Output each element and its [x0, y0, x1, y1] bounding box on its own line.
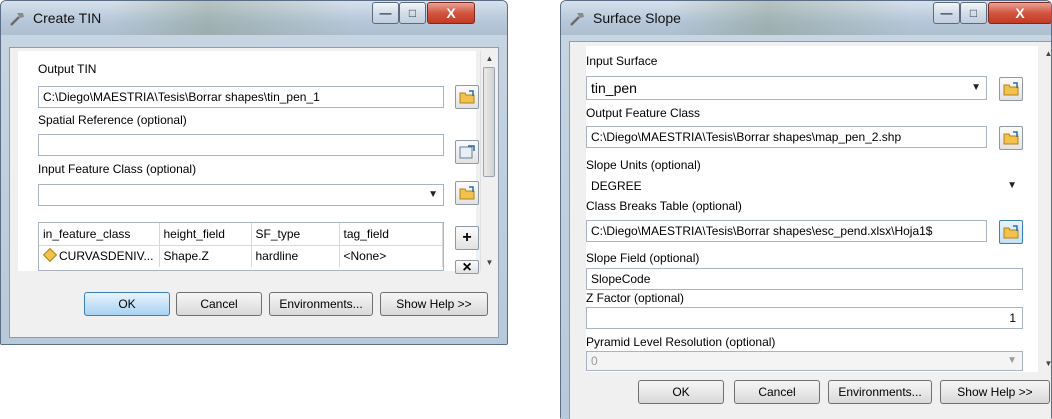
table-cell[interactable]: CURVASDENIV... [39, 245, 160, 267]
maximize-icon: □ [408, 6, 417, 20]
vertical-scrollbar[interactable]: ▲ ▼ [1040, 46, 1051, 372]
input-feature-class-browse-button[interactable] [455, 181, 479, 205]
show-help-button[interactable]: Show Help >> [940, 380, 1050, 404]
title-bar[interactable]: Create TIN — □ X [1, 1, 507, 35]
pyramid-level-dropdown[interactable]: 0 ▼ [586, 351, 1023, 371]
table-header-row: in_feature_class height_field SF_type ta… [39, 223, 443, 246]
table-cell[interactable]: <None> [339, 245, 443, 267]
dialog-body: Output TIN C:\Diego\MAESTRIA\Tesis\Borra… [9, 47, 499, 338]
input-feature-class-dropdown[interactable]: ▼ [38, 184, 444, 206]
show-help-button[interactable]: Show Help >> [380, 292, 488, 316]
close-icon: X [446, 5, 456, 21]
environments-button[interactable]: Environments... [828, 380, 932, 404]
output-tin-field[interactable]: C:\Diego\MAESTRIA\Tesis\Borrar shapes\ti… [38, 86, 444, 108]
scroll-up-icon[interactable]: ▲ [481, 51, 498, 67]
ok-button[interactable]: OK [84, 292, 170, 316]
feature-class-table: in_feature_class height_field SF_type ta… [39, 223, 443, 267]
create-tin-window: Create TIN — □ X Output TIN C:\Diego\MAE… [0, 0, 508, 345]
title-bar[interactable]: Surface Slope — □ X [561, 1, 1051, 35]
folder-icon [1003, 82, 1019, 96]
pyramid-level-label: Pyramid Level Resolution (optional) [586, 335, 776, 349]
dropdown-arrow-icon[interactable]: ▼ [1007, 176, 1017, 196]
hammer-icon [9, 10, 27, 28]
input-surface-browse-button[interactable] [999, 77, 1023, 101]
cancel-button[interactable]: Cancel [176, 292, 262, 316]
scroll-thumb[interactable] [483, 67, 495, 177]
class-breaks-table-label: Class Breaks Table (optional) [586, 199, 742, 213]
column-header[interactable]: height_field [159, 223, 252, 246]
minimize-button[interactable]: — [372, 2, 399, 24]
feature-class-table-frame: in_feature_class height_field SF_type ta… [38, 222, 444, 271]
slope-units-label: Slope Units (optional) [586, 158, 701, 172]
remove-row-button[interactable]: × [455, 260, 479, 276]
minimize-icon: — [940, 6, 953, 20]
environments-button[interactable]: Environments... [269, 292, 373, 316]
maximize-button[interactable]: □ [399, 2, 426, 24]
table-cell[interactable]: Shape.Z [159, 245, 252, 267]
column-header[interactable]: tag_field [339, 223, 443, 246]
spatial-reference-field[interactable] [38, 134, 444, 156]
output-tin-label: Output TIN [38, 62, 97, 76]
folder-icon [459, 186, 475, 200]
dialog-body: Input Surface tin_pen ▼ Output Feature C… [569, 41, 1051, 419]
slope-units-dropdown[interactable]: DEGREE ▼ [586, 175, 1023, 197]
cancel-button[interactable]: Cancel [734, 380, 820, 404]
ok-button[interactable]: OK [638, 380, 724, 404]
parameters-panel: Output TIN C:\Diego\MAESTRIA\Tesis\Borra… [18, 51, 479, 276]
table-row[interactable]: CURVASDENIV... Shape.Z hardline <None> [39, 245, 443, 267]
close-button[interactable]: X [427, 2, 475, 24]
scroll-down-icon[interactable]: ▼ [481, 255, 498, 271]
output-tin-browse-button[interactable] [455, 85, 479, 109]
surface-slope-window: Surface Slope — □ X Input Surface tin_pe… [560, 0, 1052, 419]
dropdown-arrow-icon[interactable]: ▼ [1007, 352, 1017, 370]
vertical-scrollbar[interactable]: ▲ ▼ [480, 51, 497, 271]
dropdown-arrow-icon[interactable]: ▼ [428, 185, 438, 205]
column-header[interactable]: in_feature_class [39, 223, 160, 246]
class-breaks-table-browse-button[interactable] [999, 220, 1023, 244]
properties-icon [459, 145, 475, 159]
minimize-icon: — [379, 6, 392, 20]
output-feature-class-browse-button[interactable] [999, 126, 1023, 150]
folder-icon [459, 90, 475, 104]
pyramid-level-value: 0 [591, 354, 598, 368]
maximize-button[interactable]: □ [960, 2, 987, 24]
slope-field-label: Slope Field (optional) [586, 251, 700, 265]
input-surface-dropdown[interactable]: tin_pen ▼ [586, 76, 987, 100]
add-row-button[interactable]: + [455, 226, 479, 250]
close-icon: X [1015, 5, 1025, 21]
scroll-up-icon[interactable]: ▲ [1040, 46, 1051, 62]
hammer-icon [569, 10, 587, 28]
minimize-button[interactable]: — [933, 2, 960, 24]
z-factor-input[interactable]: 1 [586, 307, 1023, 329]
input-surface-label: Input Surface [586, 54, 658, 68]
table-cell[interactable]: hardline [251, 245, 340, 267]
dropdown-arrow-icon[interactable]: ▼ [971, 77, 981, 99]
z-factor-label: Z Factor (optional) [586, 291, 685, 305]
output-feature-class-field[interactable]: C:\Diego\MAESTRIA\Tesis\Borrar shapes\ma… [586, 126, 987, 148]
window-title: Create TIN [33, 10, 102, 26]
cell-text: CURVASDENIV... [59, 249, 154, 264]
z-factor-value: 1 [1009, 311, 1016, 325]
input-feature-class-label: Input Feature Class (optional) [38, 162, 197, 176]
window-title: Surface Slope [593, 10, 681, 26]
spatial-reference-label: Spatial Reference (optional) [38, 113, 187, 127]
diamond-icon [42, 248, 58, 263]
maximize-icon: □ [969, 6, 978, 20]
parameters-panel: Input Surface tin_pen ▼ Output Feature C… [586, 46, 1038, 372]
close-button[interactable]: X [988, 2, 1051, 24]
folder-icon [1003, 131, 1019, 145]
folder-icon [1003, 225, 1019, 239]
class-breaks-table-field[interactable]: C:\Diego\MAESTRIA\Tesis\Borrar shapes\es… [586, 220, 987, 242]
slope-units-value: DEGREE [591, 179, 642, 193]
scroll-down-icon[interactable]: ▼ [1040, 356, 1051, 372]
output-feature-class-label: Output Feature Class [586, 106, 701, 120]
slope-field-input[interactable]: SlopeCode [586, 268, 1023, 290]
column-header[interactable]: SF_type [251, 223, 340, 246]
input-surface-value: tin_pen [591, 80, 637, 96]
spatial-reference-properties-button[interactable] [455, 140, 479, 164]
